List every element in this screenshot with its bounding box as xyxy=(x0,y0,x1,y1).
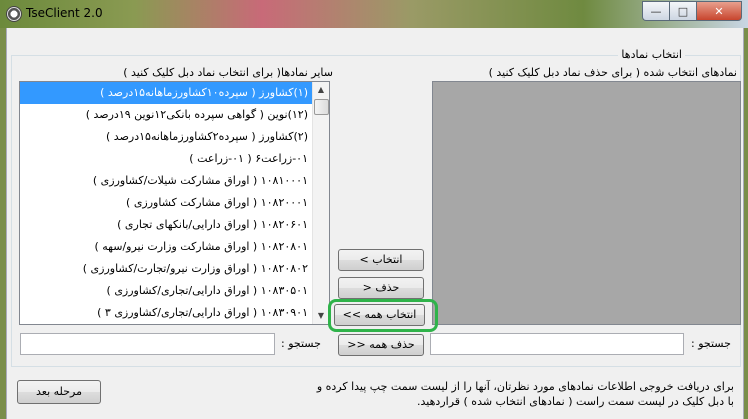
right-list-header: نمادهای انتخاب شده ( برای حذف نماد دبل ک… xyxy=(488,66,737,79)
available-symbols-items: (۱)کشاورز ( سپرده۱۰کشاورزماهانه۱۵درصد )(… xyxy=(20,82,312,324)
right-search-label: جستجو : xyxy=(691,337,731,350)
list-item[interactable]: ۱۰۸۲۰۰۰۱ ( اوراق مشارکت کشاورزی ) xyxy=(20,192,312,214)
scroll-up-arrow-icon[interactable]: ▲ xyxy=(313,82,329,98)
list-item[interactable]: ۱۰۸۳۰۹۰۱ ( اوراق دارایی/تجاری/کشاورزی ۳ … xyxy=(20,302,312,324)
list-item[interactable]: ۱۰۸۲۰۸۰۲ ( اوراق وزارت نیرو/تجارت/کشاورز… xyxy=(20,258,312,280)
window-title: TseClient 2.0 xyxy=(26,6,103,20)
scroll-down-arrow-icon[interactable]: ▼ xyxy=(313,308,329,324)
list-item[interactable]: ۱۰۸۲۰۸۰۱ ( اوراق مشارکت وزارت نیرو/سهه ) xyxy=(20,236,312,258)
minimize-button[interactable]: — xyxy=(642,1,669,21)
available-symbols-list[interactable]: (۱)کشاورز ( سپرده۱۰کشاورزماهانه۱۵درصد )(… xyxy=(19,81,330,325)
list-item[interactable]: (۲)کشاورز ( سپرده۲کشاورزماهانه۱۵درصد ) xyxy=(20,126,312,148)
list-item[interactable]: ۱۰۸۳۰۵۰۱ ( اوراق دارایی/تجاری/کشاورزی ) xyxy=(20,280,312,302)
remove-button[interactable]: حذف < xyxy=(338,277,424,299)
list-item[interactable]: ۱۰۸۱۰۰۰۱ ( اوراق مشارکت شیلات/کشاورزی ) xyxy=(20,170,312,192)
list-item[interactable]: (۱)کشاورز ( سپرده۱۰کشاورزماهانه۱۵درصد ) xyxy=(20,82,312,104)
window-client-area: انتخاب نمادها سایر نمادها( برای انتخاب ن… xyxy=(6,28,744,419)
next-step-button[interactable]: مرحله بعد xyxy=(17,380,101,404)
window-controls: — □ ✕ xyxy=(642,1,742,21)
remove-all-button[interactable]: حذف همه << xyxy=(338,334,424,356)
title-bar[interactable]: TseClient 2.0 — □ ✕ xyxy=(0,0,748,28)
select-all-button[interactable]: انتخاب همه >> xyxy=(334,304,425,326)
maximize-button[interactable]: □ xyxy=(669,1,696,21)
groupbox-title: انتخاب نمادها xyxy=(618,48,685,61)
list-item[interactable]: (۱۲)نوین ( گواهی سپرده بانکی۱۲نوین ۱۹درص… xyxy=(20,104,312,126)
select-button[interactable]: انتخاب > xyxy=(338,249,424,271)
instructions-text: برای دریافت خروجی اطلاعات نمادهای مورد ن… xyxy=(316,380,734,408)
scroll-thumb[interactable] xyxy=(314,99,329,115)
left-search-input[interactable] xyxy=(20,333,275,355)
app-icon[interactable] xyxy=(6,6,22,22)
left-search-label: جستجو : xyxy=(281,337,321,350)
list-item[interactable]: ۰۱-زراعت۶ ( ۰۱-زراعت ) xyxy=(20,148,312,170)
close-button[interactable]: ✕ xyxy=(696,1,742,21)
selected-symbols-list[interactable] xyxy=(432,81,741,325)
right-search-input[interactable] xyxy=(430,333,684,355)
left-list-header: سایر نمادها( برای انتخاب نماد دبل کلیک ک… xyxy=(123,66,333,79)
list-scrollbar[interactable]: ▲ ▼ xyxy=(312,82,329,324)
list-item[interactable]: ۱۰۸۲۰۶۰۱ ( اوراق دارایی/بانکهای تجاری ) xyxy=(20,214,312,236)
